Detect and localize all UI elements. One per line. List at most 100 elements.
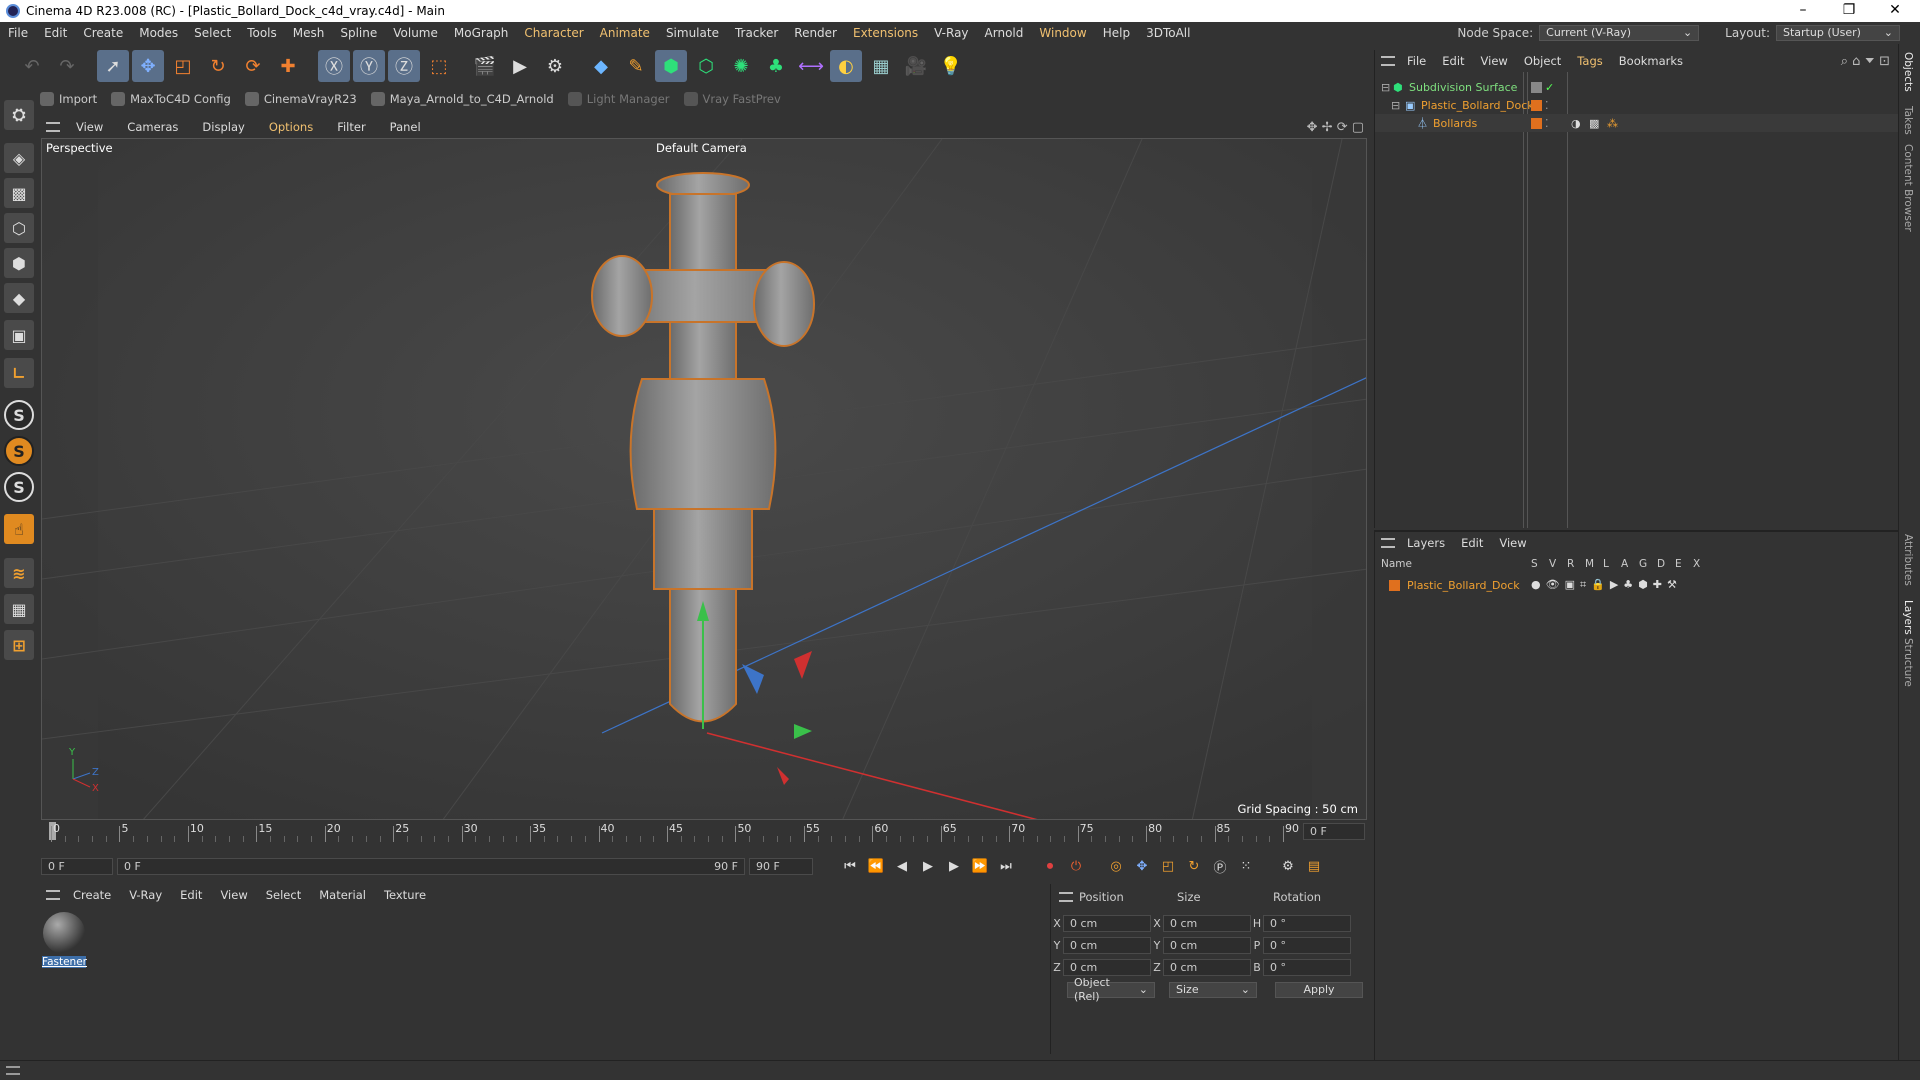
menu-modes[interactable]: Modes xyxy=(131,26,186,40)
menu-help[interactable]: Help xyxy=(1095,26,1138,40)
menu-3dtoall[interactable]: 3DToAll xyxy=(1138,26,1198,40)
go-to-start-icon[interactable]: ⏮ xyxy=(839,855,861,877)
coord-mode-select[interactable]: Object (Rel) ⌄ xyxy=(1067,976,1155,1003)
selection-tag-icon[interactable]: ⁂ xyxy=(1607,117,1618,130)
select-tool-icon[interactable]: ➚ xyxy=(97,50,129,82)
tab-objects[interactable]: Objects xyxy=(1902,52,1914,92)
position-x-field[interactable]: 0 cm xyxy=(1063,914,1151,932)
menu-character[interactable]: Character xyxy=(516,26,591,40)
render-region-icon[interactable]: 🎬 xyxy=(469,50,501,82)
viewport-scene[interactable]: Y ZX xyxy=(42,139,1367,820)
menu-render[interactable]: Render xyxy=(786,26,845,40)
minimize-button[interactable]: – xyxy=(1780,0,1826,22)
rotate-tool-icon[interactable]: ↻ xyxy=(202,50,234,82)
locked-workplane-icon[interactable]: ⊞ xyxy=(4,630,34,660)
object-name[interactable]: Subdivision Surface xyxy=(1409,81,1517,94)
quantize-icon[interactable]: S xyxy=(4,472,34,502)
snap-settings-icon[interactable]: S xyxy=(4,436,34,466)
cube-icon[interactable]: ◆ xyxy=(585,50,617,82)
subdivision-icon[interactable]: ⬢ xyxy=(655,50,687,82)
play-icon[interactable]: ▶ xyxy=(917,855,939,877)
position-z-field[interactable]: 0 cm xyxy=(1063,958,1151,976)
hamburger-icon[interactable] xyxy=(46,890,60,900)
autokey-icon[interactable]: ⏻ xyxy=(1065,855,1087,877)
next-frame-icon[interactable]: ▶ xyxy=(943,855,965,877)
menu-vray[interactable]: V-Ray xyxy=(926,26,976,40)
tab-content-browser[interactable]: Content Browser xyxy=(1902,144,1914,232)
undo-icon[interactable]: ↶ xyxy=(16,50,48,82)
tab-structure[interactable]: Structure xyxy=(1902,638,1914,687)
y-axis-lock-icon[interactable]: Ⓨ xyxy=(353,50,385,82)
render-settings-icon[interactable]: ⚙ xyxy=(539,50,571,82)
menu-arnold[interactable]: Arnold xyxy=(977,26,1032,40)
menu-simulate[interactable]: Simulate xyxy=(658,26,727,40)
layer-menu-edit[interactable]: Edit xyxy=(1453,536,1491,550)
obj-menu-bookmarks[interactable]: Bookmarks xyxy=(1611,54,1691,68)
menu-file[interactable]: File xyxy=(0,26,36,40)
layer-toggle-icons[interactable]: ●👁▣⌗🔒▶♣⬢✚⚒ xyxy=(1531,578,1682,592)
z-axis-lock-icon[interactable]: Ⓩ xyxy=(388,50,420,82)
layout-select[interactable]: Startup (User) ⌄ xyxy=(1776,25,1900,41)
end-frame-field[interactable]: 90 F xyxy=(749,857,813,875)
vp-menu-view[interactable]: View xyxy=(64,120,115,134)
tweak-icon[interactable]: ☝ xyxy=(4,514,34,544)
mat-menu-material[interactable]: Material xyxy=(310,888,375,902)
key-param-icon[interactable]: Ⓟ xyxy=(1209,855,1231,877)
hamburger-icon[interactable] xyxy=(1381,538,1395,548)
mat-menu-view[interactable]: View xyxy=(211,888,256,902)
vp-menu-options[interactable]: Options xyxy=(257,120,325,134)
viewport-nav-icons[interactable]: ✥ ✢ ⟳ ▢ xyxy=(1307,120,1364,135)
layer-menu-layers[interactable]: Layers xyxy=(1399,536,1453,550)
3d-viewport[interactable]: Y ZX Perspective Default Camera Grid Spac… xyxy=(41,138,1367,820)
node-space-select[interactable]: Current (V-Ray) ⌄ xyxy=(1539,25,1700,41)
menu-animate[interactable]: Animate xyxy=(592,26,658,40)
render-view-icon[interactable]: ▶ xyxy=(504,50,536,82)
spline-field-icon[interactable]: ◐ xyxy=(830,50,862,82)
psr-tool-icon[interactable]: ⟳ xyxy=(237,50,269,82)
coordinate-system-icon[interactable]: ⬚ xyxy=(423,50,455,82)
timeline-window-icon[interactable]: ▤ xyxy=(1303,855,1325,877)
menu-edit[interactable]: Edit xyxy=(36,26,75,40)
size-y-field[interactable]: 0 cm xyxy=(1163,936,1251,954)
menu-mograph[interactable]: MoGraph xyxy=(446,26,517,40)
tab-attributes[interactable]: Attributes xyxy=(1902,534,1914,586)
rotation-h-field[interactable]: 0 ° xyxy=(1263,914,1351,932)
cinemavray-button[interactable]: CinemaVrayR23 xyxy=(244,92,357,106)
object-row[interactable]: ⊟ ⬢ Subdivision Surface ✓ xyxy=(1375,78,1899,96)
vp-menu-cameras[interactable]: Cameras xyxy=(115,120,190,134)
apply-button[interactable]: Apply xyxy=(1275,982,1363,998)
collapse-icon[interactable]: ⊟ xyxy=(1381,81,1390,94)
obj-menu-edit[interactable]: Edit xyxy=(1434,54,1472,68)
menu-window[interactable]: Window xyxy=(1031,26,1094,40)
extrude-icon[interactable]: ⬡ xyxy=(690,50,722,82)
close-button[interactable]: ✕ xyxy=(1872,0,1918,22)
object-row[interactable]: ⏃ Bollards ⁚ ◑ ▩ ⁂ xyxy=(1375,114,1899,132)
material-tag-icon[interactable]: ◑ xyxy=(1571,117,1581,130)
key-scale-icon[interactable]: ◰ xyxy=(1157,855,1179,877)
camera-label[interactable]: Default Camera xyxy=(656,141,747,155)
snap-icon[interactable]: S xyxy=(4,400,34,430)
start-frame-field[interactable]: 0 F xyxy=(41,857,113,875)
model-mode-icon[interactable]: ◈ xyxy=(4,143,34,173)
check-icon[interactable]: ✓ xyxy=(1545,81,1554,94)
layer-name[interactable]: Plastic_Bollard_Dock xyxy=(1407,579,1520,592)
menu-tracker[interactable]: Tracker xyxy=(727,26,786,40)
layer-color-icon[interactable] xyxy=(1531,99,1542,111)
obj-menu-file[interactable]: File xyxy=(1399,54,1434,68)
frame-range-slider[interactable]: 0 F 90 F xyxy=(117,857,745,875)
light-icon[interactable]: 💡 xyxy=(935,50,967,82)
mat-menu-texture[interactable]: Texture xyxy=(375,888,435,902)
size-mode-select[interactable]: Size ⌄ xyxy=(1169,982,1257,998)
maya-arnold-button[interactable]: Maya_Arnold_to_C4D_Arnold xyxy=(370,92,554,106)
status-menu-icon[interactable] xyxy=(6,1066,20,1075)
menu-spline[interactable]: Spline xyxy=(332,26,385,40)
object-row[interactable]: ⊟ ▣ Plastic_Bollard_Dock ⁚ xyxy=(1375,96,1899,114)
grid-plane-icon[interactable]: ▦ xyxy=(4,594,34,624)
menu-volume[interactable]: Volume xyxy=(385,26,446,40)
size-x-field[interactable]: 0 cm xyxy=(1163,914,1251,932)
record-icon[interactable]: ⏺ xyxy=(1039,855,1061,877)
layer-menu-view[interactable]: View xyxy=(1491,536,1534,550)
object-name[interactable]: Plastic_Bollard_Dock xyxy=(1421,99,1534,112)
visibility-dots-icon[interactable]: ⁚ xyxy=(1545,117,1549,130)
obj-menu-tags[interactable]: Tags xyxy=(1569,54,1610,68)
